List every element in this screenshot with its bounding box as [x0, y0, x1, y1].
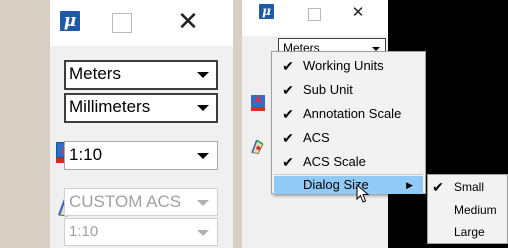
- checkmark-icon: ✔: [282, 130, 294, 146]
- menu-separator: [274, 174, 423, 175]
- chevron-down-icon: [197, 230, 209, 236]
- menu-item-working-units[interactable]: ✔ Working Units: [272, 54, 425, 78]
- menu-item-sub-unit[interactable]: ✔ Sub Unit: [272, 78, 425, 102]
- maximize-button[interactable]: [112, 13, 132, 33]
- acs-icon: [249, 138, 266, 155]
- master-unit-value: Meters: [69, 64, 121, 83]
- submenu-item-large[interactable]: Large: [428, 221, 507, 244]
- units-toolbox-window: μ ✕ Meters Millimeters A 1:10 CUSTOM ACS…: [50, 0, 233, 248]
- menu-item-annotation-scale[interactable]: ✔ Annotation Scale: [272, 102, 425, 126]
- submenu-arrow-icon: ▶: [406, 180, 413, 190]
- acs-scale-dropdown[interactable]: 1:10: [64, 218, 218, 246]
- acs-value: CUSTOM ACS: [69, 192, 182, 211]
- sub-unit-value: Millimeters: [69, 97, 151, 116]
- acs-scale-value: 1:10: [69, 223, 99, 240]
- sub-unit-dropdown[interactable]: Millimeters: [64, 93, 218, 123]
- checkmark-icon: ✔: [282, 154, 294, 170]
- menu-item-dialog-size[interactable]: Dialog Size ▶: [274, 176, 423, 194]
- maximize-button[interactable]: [308, 8, 321, 21]
- chevron-down-icon: [197, 153, 209, 159]
- annotation-scale-icon: A: [251, 95, 265, 111]
- dialog-size-submenu: ✔ Small Medium Large: [427, 174, 508, 244]
- checkmark-icon: ✔: [282, 82, 294, 98]
- chevron-down-icon: [197, 105, 209, 111]
- master-unit-dropdown[interactable]: Meters: [64, 60, 218, 90]
- menu-item-acs[interactable]: ✔ ACS: [272, 126, 425, 150]
- menu-item-acs-scale[interactable]: ✔ ACS Scale: [272, 150, 425, 174]
- submenu-item-medium[interactable]: Medium: [428, 199, 507, 222]
- close-button[interactable]: ✕: [173, 7, 203, 37]
- chevron-down-icon: [197, 200, 209, 206]
- close-button[interactable]: ✕: [349, 3, 367, 21]
- context-menu: ✔ Working Units ✔ Sub Unit ✔ Annotation …: [271, 51, 426, 194]
- mouse-cursor-icon: [356, 183, 370, 204]
- checkmark-icon: ✔: [432, 179, 444, 195]
- acs-dropdown[interactable]: CUSTOM ACS: [64, 188, 218, 216]
- chevron-down-icon: [197, 72, 209, 78]
- app-logo-icon: μ: [60, 11, 80, 31]
- checkmark-icon: ✔: [282, 58, 294, 74]
- submenu-item-small[interactable]: ✔ Small: [428, 176, 507, 199]
- checkmark-icon: ✔: [282, 106, 294, 122]
- annotation-scale-dropdown[interactable]: 1:10: [64, 141, 218, 170]
- app-logo-icon: μ: [259, 4, 274, 19]
- annotation-scale-value: 1:10: [69, 145, 103, 164]
